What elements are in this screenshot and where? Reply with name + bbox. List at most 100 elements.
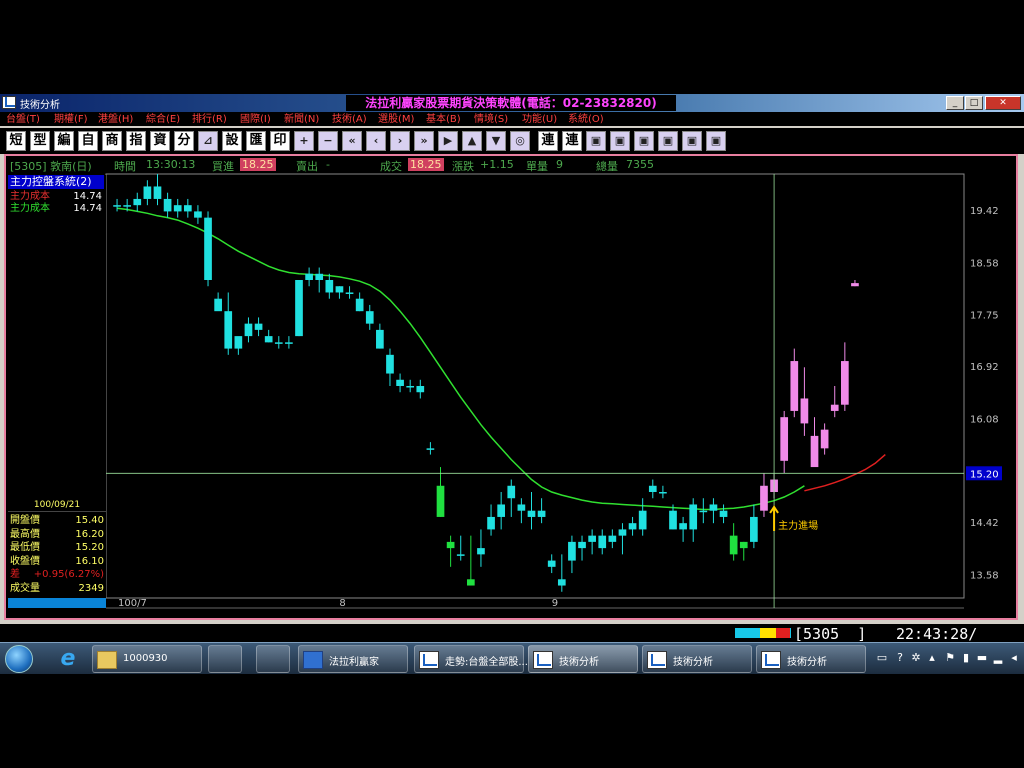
taskbar-item[interactable]: 技術分析 xyxy=(756,645,866,673)
candle-body[interactable] xyxy=(143,186,152,199)
rewind-icon[interactable]: « xyxy=(342,131,362,151)
taskbar-item[interactable]: 走勢:台盤全部股... xyxy=(414,645,528,673)
candle-body[interactable] xyxy=(588,535,596,542)
candle-body[interactable] xyxy=(426,448,435,450)
copy-icon[interactable]: ▣ xyxy=(586,131,606,151)
toolbar-button[interactable]: 編 xyxy=(54,131,74,151)
candle-body[interactable] xyxy=(578,541,586,549)
candle-body[interactable] xyxy=(123,205,132,207)
candle-body[interactable] xyxy=(194,211,202,218)
title-bar[interactable]: 技術分析 法拉利贏家股票期貨決策軟體(電話：02-23832820) _ □ ✕ xyxy=(0,94,1024,112)
toolbar-button[interactable]: 印 xyxy=(270,131,290,151)
indicator-title[interactable]: 主力控盤系統(2) xyxy=(8,175,104,189)
candle-body[interactable] xyxy=(648,485,657,492)
menu-item[interactable]: 功能(U) xyxy=(520,113,559,126)
candle-body[interactable] xyxy=(345,292,354,294)
candle-body[interactable] xyxy=(396,379,404,386)
candle-body[interactable] xyxy=(133,198,142,206)
media-player-icon[interactable] xyxy=(208,645,242,673)
export-icon[interactable]: ▣ xyxy=(658,131,678,151)
next-icon[interactable]: › xyxy=(390,131,410,151)
candle-body[interactable] xyxy=(628,523,637,530)
chart-panel[interactable]: [5305] 敦南(日) 時間 13:30:13 買進 18.25 賣出 - 成… xyxy=(4,154,1018,620)
menu-item[interactable]: 選股(M) xyxy=(376,113,416,126)
candle-body[interactable] xyxy=(446,541,455,549)
menu-item[interactable]: 情境(S) xyxy=(472,113,510,126)
internet-explorer-icon[interactable]: e xyxy=(52,646,84,672)
candle-body[interactable] xyxy=(527,510,536,517)
candle-body[interactable] xyxy=(406,386,415,388)
candle-body[interactable] xyxy=(760,485,768,511)
candle-body[interactable] xyxy=(709,504,718,511)
candle-body[interactable] xyxy=(851,283,859,287)
toolbar-button[interactable]: 連 xyxy=(562,131,582,151)
toolbar-button[interactable]: 設 xyxy=(222,131,242,151)
paste-icon[interactable]: ▣ xyxy=(634,131,654,151)
menu-item[interactable]: 期權(F) xyxy=(52,113,90,126)
down-icon[interactable]: ▼ xyxy=(486,131,506,151)
candle-body[interactable] xyxy=(274,342,283,344)
candle-body[interactable] xyxy=(173,205,182,212)
toolbar-button[interactable]: 型 xyxy=(30,131,50,151)
candle-body[interactable] xyxy=(244,323,253,337)
settings-icon[interactable]: ✲ xyxy=(910,651,922,665)
volume-icon[interactable]: ◂ xyxy=(1008,651,1020,665)
menu-item[interactable]: 排行(R) xyxy=(190,113,229,126)
candle-body[interactable] xyxy=(537,510,546,517)
candle-body[interactable] xyxy=(234,336,243,349)
candle-body[interactable] xyxy=(618,529,627,536)
play-icon[interactable]: ▶ xyxy=(438,131,458,151)
menu-item[interactable]: 台盤(T) xyxy=(4,113,42,126)
candle-body[interactable] xyxy=(568,541,576,561)
flag-icon[interactable]: ⚑ xyxy=(944,651,956,665)
toolbar-button[interactable]: 短 xyxy=(6,131,26,151)
candle-body[interactable] xyxy=(386,354,394,374)
candle-body[interactable] xyxy=(163,198,172,212)
minimize-button[interactable]: _ xyxy=(946,96,964,110)
maximize-button[interactable]: □ xyxy=(965,96,983,110)
lock-icon[interactable]: ▣ xyxy=(610,131,630,151)
candle-body[interactable] xyxy=(830,404,839,411)
candle-body[interactable] xyxy=(376,329,384,349)
candle-body[interactable] xyxy=(608,535,617,542)
target-icon[interactable]: ◎ xyxy=(510,131,530,151)
candlestick-chart[interactable]: 19.4218.5817.7516.9216.0815.214.4213.581… xyxy=(6,156,1016,618)
candle-body[interactable] xyxy=(183,205,192,212)
toolbar-button[interactable]: 資 xyxy=(150,131,170,151)
candle-body[interactable] xyxy=(790,361,799,411)
candle-body[interactable] xyxy=(699,510,708,513)
candle-body[interactable] xyxy=(477,548,485,555)
minus-icon[interactable]: − xyxy=(318,131,338,151)
candle-body[interactable] xyxy=(517,504,526,511)
candle-body[interactable] xyxy=(113,205,121,207)
menu-item[interactable]: 基本(B) xyxy=(424,113,463,126)
arrow-icon[interactable]: ▴ xyxy=(926,651,938,665)
candle-body[interactable] xyxy=(214,298,222,312)
candle-body[interactable] xyxy=(285,342,293,344)
candle-body[interactable] xyxy=(810,435,819,468)
candle-body[interactable] xyxy=(598,535,607,549)
candle-body[interactable] xyxy=(820,429,829,449)
display-icon[interactable]: ▬ xyxy=(976,651,988,665)
taskbar-item[interactable]: 技術分析 xyxy=(528,645,638,673)
signal-icon[interactable]: ▂ xyxy=(992,651,1004,665)
candle-body[interactable] xyxy=(305,273,313,280)
close-button[interactable]: ✕ xyxy=(985,96,1021,110)
candle-body[interactable] xyxy=(335,286,344,293)
candle-body[interactable] xyxy=(547,560,556,567)
quote-scroll-bar[interactable] xyxy=(8,598,106,608)
menu-item[interactable]: 技術(A) xyxy=(330,113,369,126)
toolbar-button[interactable]: 商 xyxy=(102,131,122,151)
help-icon[interactable]: ? xyxy=(894,651,906,665)
candle-body[interactable] xyxy=(416,386,425,393)
candle-body[interactable] xyxy=(355,298,364,312)
start-button[interactable] xyxy=(5,645,33,673)
chart-type-icon[interactable]: ⊿ xyxy=(198,131,218,151)
toolbar-button[interactable]: 匯 xyxy=(246,131,266,151)
toolbar-button[interactable]: 連 xyxy=(538,131,558,151)
candle-body[interactable] xyxy=(800,398,809,424)
candle-body[interactable] xyxy=(750,516,758,542)
toolbar-button[interactable]: 指 xyxy=(126,131,146,151)
candle-body[interactable] xyxy=(729,535,738,555)
candle-body[interactable] xyxy=(679,523,687,530)
